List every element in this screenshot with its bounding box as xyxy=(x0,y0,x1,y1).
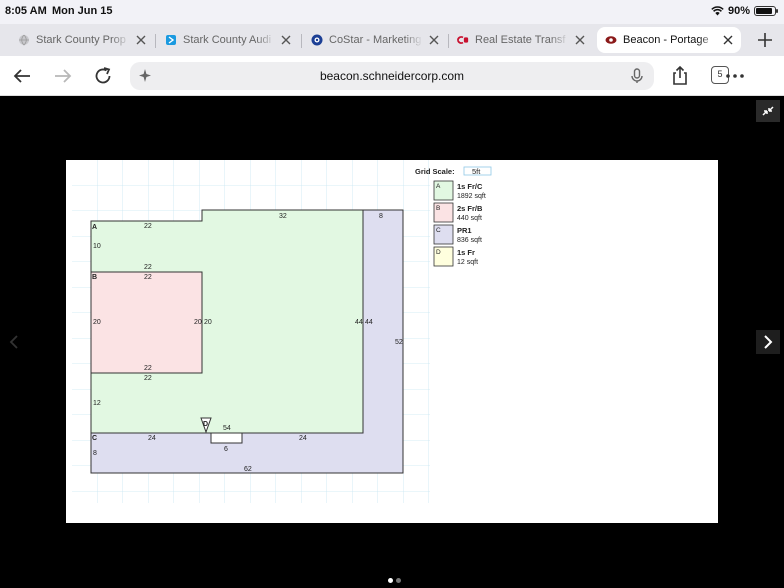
tab-title: Stark County Prop xyxy=(36,34,126,46)
dimension-label: 20 xyxy=(204,319,212,326)
back-button[interactable] xyxy=(11,65,33,87)
dimension-label: 20 xyxy=(194,319,202,326)
area-label-a: A xyxy=(92,224,97,231)
collapse-icon xyxy=(762,106,774,116)
tab-real-estate-transf[interactable]: Real Estate Transf xyxy=(457,27,587,53)
chevron-right-icon xyxy=(764,335,773,349)
close-icon[interactable] xyxy=(279,33,293,47)
globe-icon xyxy=(18,34,30,46)
legend-name: 1s Fr xyxy=(457,248,475,257)
dimension-label: 6 xyxy=(224,446,228,453)
tab-bar: Stark County Prop Stark County Audi CoSt… xyxy=(0,24,784,56)
dimension-label: 24 xyxy=(148,435,156,442)
more-button[interactable] xyxy=(724,65,746,87)
reload-button[interactable] xyxy=(92,65,114,87)
dimension-label: 8 xyxy=(93,450,97,457)
legend-key: D xyxy=(436,249,441,256)
dimension-label: 22 xyxy=(144,375,152,382)
dimension-label: 10 xyxy=(93,243,101,250)
status-time: 8:05 AM xyxy=(5,5,47,17)
legend-area: 440 sqft xyxy=(457,215,482,222)
previous-image-button[interactable] xyxy=(4,331,26,353)
legend-item: D 1s Fr 12 sqft xyxy=(433,246,478,267)
close-icon[interactable] xyxy=(721,33,735,47)
legend-key: C xyxy=(436,227,441,234)
tab-stark-county-audi[interactable]: Stark County Audi xyxy=(165,27,293,53)
costar-logo-icon xyxy=(311,34,323,46)
close-icon[interactable] xyxy=(134,33,148,47)
tab-stark-county-prop[interactable]: Stark County Prop xyxy=(18,27,148,53)
dimension-label: 32 xyxy=(279,213,287,220)
legend-name: 2s Fr/B xyxy=(457,204,483,213)
tab-title: Beacon - Portage xyxy=(623,34,709,46)
building-sketch: A B C D 22 32 10 22 22 20 20 20 22 22 12… xyxy=(66,160,718,523)
address-bar[interactable]: beacon.schneidercorp.com xyxy=(130,62,654,90)
cp-logo-icon xyxy=(457,34,469,46)
share-button[interactable] xyxy=(669,65,691,87)
battery-icon xyxy=(754,6,778,16)
dimension-label: 22 xyxy=(144,264,152,271)
status-date: Mon Jun 15 xyxy=(52,5,113,17)
sketch-svg: A B C D 22 32 10 22 22 20 20 20 22 22 12… xyxy=(72,160,492,503)
legend-item: B 2s Fr/B 440 sqft xyxy=(433,202,483,223)
status-right: 90% xyxy=(711,5,778,17)
dimension-label: 12 xyxy=(93,400,101,407)
dimension-label: 8 xyxy=(379,213,383,220)
forward-button[interactable] xyxy=(52,65,74,87)
dimension-label: 20 xyxy=(93,319,101,326)
beacon-logo-icon xyxy=(165,34,177,46)
dimension-label: 54 xyxy=(223,425,231,432)
legend-name: 1s Fr/C xyxy=(457,182,483,191)
tab-beacon-portage[interactable]: Beacon - Portage xyxy=(597,27,741,53)
next-image-button[interactable] xyxy=(756,330,780,354)
area-label-b: B xyxy=(92,274,97,281)
close-icon[interactable] xyxy=(573,33,587,47)
new-tab-button[interactable] xyxy=(756,31,774,49)
beacon-eye-icon xyxy=(605,34,617,46)
page-indicator-dot-active[interactable] xyxy=(388,578,393,583)
grid-scale-value: 5ft xyxy=(472,167,481,176)
dimension-label: 22 xyxy=(144,274,152,281)
battery-percent: 90% xyxy=(727,5,750,17)
microphone-icon[interactable] xyxy=(630,68,644,84)
dimension-label: 44 xyxy=(365,319,373,326)
legend-area: 836 sqft xyxy=(457,237,482,244)
tab-title: CoStar - Marketing xyxy=(329,34,422,46)
url-text: beacon.schneidercorp.com xyxy=(319,69,465,83)
wifi-icon xyxy=(711,6,724,16)
legend-name: PR1 xyxy=(457,226,472,235)
dimension-label: 22 xyxy=(144,365,152,372)
legend-area: 1892 sqft xyxy=(457,193,486,200)
dimension-label: 44 xyxy=(355,319,363,326)
legend-key: B xyxy=(436,205,440,212)
area-label-c: C xyxy=(92,435,97,442)
page-indicator-dot[interactable] xyxy=(396,578,401,583)
dimension-label: 62 xyxy=(244,466,252,473)
legend-item: A 1s Fr/C 1892 sqft xyxy=(433,180,486,201)
legend-key: A xyxy=(436,183,441,190)
dimension-label: 52 xyxy=(395,339,403,346)
area-d xyxy=(210,432,243,444)
dimension-label: 22 xyxy=(144,223,152,230)
area-label-d: D xyxy=(203,421,208,428)
close-icon[interactable] xyxy=(427,33,441,47)
area-b xyxy=(90,271,203,374)
legend-area: 12 sqft xyxy=(457,259,478,266)
legend-item: C PR1 836 sqft xyxy=(433,224,482,245)
dimension-label: 24 xyxy=(299,435,307,442)
tab-title: Real Estate Transf xyxy=(475,34,566,46)
tab-title: Stark County Audi xyxy=(183,34,272,46)
battery-fill xyxy=(756,8,773,14)
exit-fullscreen-button[interactable] xyxy=(756,100,780,122)
grid-scale-label: Grid Scale: xyxy=(415,167,455,176)
browser-toolbar: beacon.schneidercorp.com 5 xyxy=(0,56,784,96)
tab-costar-marketing[interactable]: CoStar - Marketing xyxy=(311,27,441,53)
status-bar: 8:05 AM Mon Jun 15 90% xyxy=(0,0,784,24)
